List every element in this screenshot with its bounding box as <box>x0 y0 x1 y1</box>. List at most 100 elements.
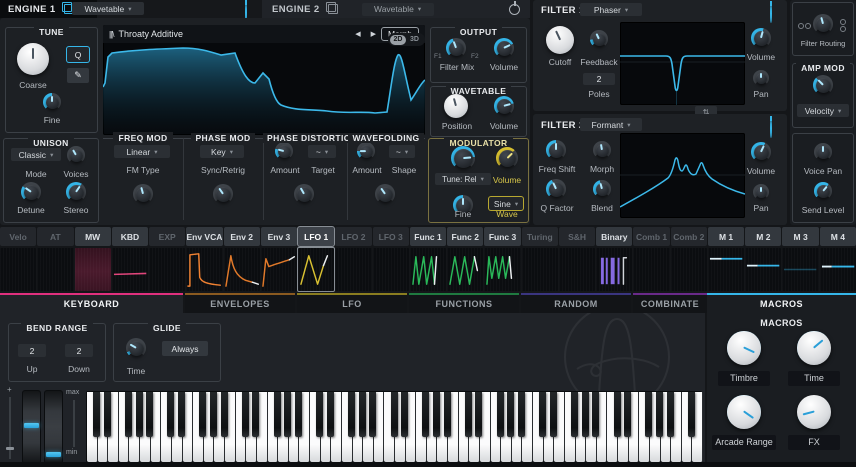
piano-key-black[interactable] <box>284 392 291 437</box>
piano-key-black[interactable] <box>327 392 334 437</box>
piano-key-black[interactable] <box>465 392 472 437</box>
view-2d-button[interactable]: 2D <box>390 35 406 45</box>
mod-thumb-lfo-1[interactable] <box>298 248 334 291</box>
piano-key-black[interactable] <box>656 392 663 437</box>
pitch-trim-handle[interactable] <box>6 447 14 450</box>
fm-amount-knob[interactable] <box>133 184 153 204</box>
pitch-bend-wheel[interactable] <box>22 390 41 464</box>
engine1-type-dropdown[interactable]: Wavetable <box>72 2 144 15</box>
bend-up-value[interactable]: 2 <box>18 344 46 357</box>
mod-thumb-binary[interactable] <box>596 248 632 291</box>
mod-volume-knob[interactable] <box>496 147 518 169</box>
feedback-knob[interactable] <box>590 30 608 48</box>
output-volume-knob[interactable] <box>494 38 514 58</box>
piano-key-black[interactable] <box>624 392 631 437</box>
mod-tune-dropdown[interactable]: Tune: Rel <box>435 173 491 185</box>
piano-keyboard[interactable] <box>86 391 702 463</box>
mod-tune-knob[interactable] <box>451 146 475 170</box>
mod-thumb-at[interactable] <box>37 248 73 291</box>
cutoff-knob[interactable] <box>546 26 574 54</box>
wheel-range-fader[interactable] <box>73 400 75 447</box>
piano-key-black[interactable] <box>582 392 589 437</box>
pd-mod-knob[interactable] <box>294 184 314 204</box>
mod-source-velo[interactable]: Velo <box>0 227 36 246</box>
engine2-tab[interactable]: ENGINE 2 Wavetable <box>262 0 530 18</box>
mod-thumb-env-3[interactable] <box>261 248 297 291</box>
mod-source-m-4[interactable]: M 4 <box>820 227 856 246</box>
mod-thumb-func-2[interactable] <box>447 248 483 291</box>
view-3d-button[interactable]: 3D <box>406 36 423 43</box>
mod-thumb-m-3[interactable] <box>782 248 818 291</box>
piano-key-black[interactable] <box>93 392 100 437</box>
tab-random[interactable]: RANDOM <box>521 293 631 313</box>
filter2-pan-knob[interactable] <box>753 184 769 200</box>
piano-key-black[interactable] <box>550 392 557 437</box>
phase-mod-knob[interactable] <box>213 184 233 204</box>
prev-wavetable-button[interactable]: ◀ <box>350 30 365 38</box>
bend-down-value[interactable]: 2 <box>65 344 93 357</box>
wf-amount-knob[interactable] <box>357 142 375 160</box>
mod-thumb-m-2[interactable] <box>745 248 781 291</box>
mod-source-exp[interactable]: EXP <box>149 227 185 246</box>
glide-time-knob[interactable] <box>126 338 146 358</box>
engine2-type-dropdown[interactable]: Wavetable <box>362 3 434 16</box>
mod-thumb-m-1[interactable] <box>708 248 744 291</box>
macro-arcade-range-knob[interactable] <box>727 395 761 429</box>
piano-key-black[interactable] <box>125 392 132 437</box>
mod-source-lfo-3[interactable]: LFO 3 <box>373 227 409 246</box>
mod-thumb-lfo-3[interactable] <box>373 248 409 291</box>
piano-key-black[interactable] <box>221 392 228 437</box>
filter1-pan-knob[interactable] <box>753 70 769 86</box>
macro-fx-knob[interactable] <box>797 395 831 429</box>
piano-key-black[interactable] <box>146 392 153 437</box>
piano-key-black[interactable] <box>592 392 599 437</box>
pd-target-dropdown[interactable]: ~ <box>308 145 336 158</box>
mod-source-m-1[interactable]: M 1 <box>708 227 744 246</box>
mod-source-s-h[interactable]: S&H <box>559 227 595 246</box>
freq-shift-knob[interactable] <box>546 140 566 160</box>
tab-macros[interactable]: MACROS <box>707 293 856 313</box>
mod-source-mw[interactable]: MW <box>75 227 111 246</box>
piano-key-black[interactable] <box>444 392 451 437</box>
mod-thumb-s-h[interactable] <box>559 248 595 291</box>
tab-combinate[interactable]: COMBINATE <box>633 293 707 313</box>
mod-source-lfo-1[interactable]: LFO 1 <box>298 227 334 246</box>
mod-thumb-kbd[interactable] <box>112 248 148 291</box>
wavetable-name[interactable]: Throaty Additive <box>118 29 183 39</box>
wt-volume-knob[interactable] <box>494 96 514 116</box>
piano-key-black[interactable] <box>316 392 323 437</box>
piano-key-black[interactable] <box>614 392 621 437</box>
piano-key-black[interactable] <box>348 392 355 437</box>
mod-thumb-comb-1[interactable] <box>633 248 669 291</box>
piano-key-black[interactable] <box>401 392 408 437</box>
piano-key-black[interactable] <box>359 392 366 437</box>
mod-thumb-velo[interactable] <box>0 248 36 291</box>
mod-source-comb-2[interactable]: Comb 2 <box>671 227 707 246</box>
piano-key-black[interactable] <box>571 392 578 437</box>
unison-mode-dropdown[interactable]: Classic <box>11 148 61 161</box>
tab-functions[interactable]: FUNCTIONS <box>409 293 519 313</box>
fm-type-dropdown[interactable]: Linear <box>114 145 170 158</box>
stereo-knob[interactable] <box>66 182 86 202</box>
mod-source-binary[interactable]: Binary <box>596 227 632 246</box>
filter2-power-icon[interactable] <box>770 119 772 138</box>
mod-thumb-turing[interactable] <box>522 248 558 291</box>
piano-key-black[interactable] <box>104 392 111 437</box>
voice-pan-knob[interactable] <box>814 143 832 161</box>
position-knob[interactable] <box>444 94 468 118</box>
filter1-type-dropdown[interactable]: Phaser <box>580 3 642 16</box>
wf-mod-knob[interactable] <box>375 184 395 204</box>
mod-thumb-func-1[interactable] <box>410 248 446 291</box>
piano-key-black[interactable] <box>242 392 249 437</box>
quantize-button[interactable]: Q <box>67 47 89 62</box>
mod-source-func-1[interactable]: Func 1 <box>410 227 446 246</box>
mod-thumb-exp[interactable] <box>149 248 185 291</box>
piano-key-black[interactable] <box>497 392 504 437</box>
piano-key-black[interactable] <box>422 392 429 437</box>
mod-thumb-comb-2[interactable] <box>671 248 707 291</box>
piano-key-black[interactable] <box>645 392 652 437</box>
piano-key-black[interactable] <box>688 392 695 437</box>
mod-source-func-3[interactable]: Func 3 <box>484 227 520 246</box>
mod-thumb-env-2[interactable] <box>224 248 260 291</box>
mod-source-env-3[interactable]: Env 3 <box>261 227 297 246</box>
